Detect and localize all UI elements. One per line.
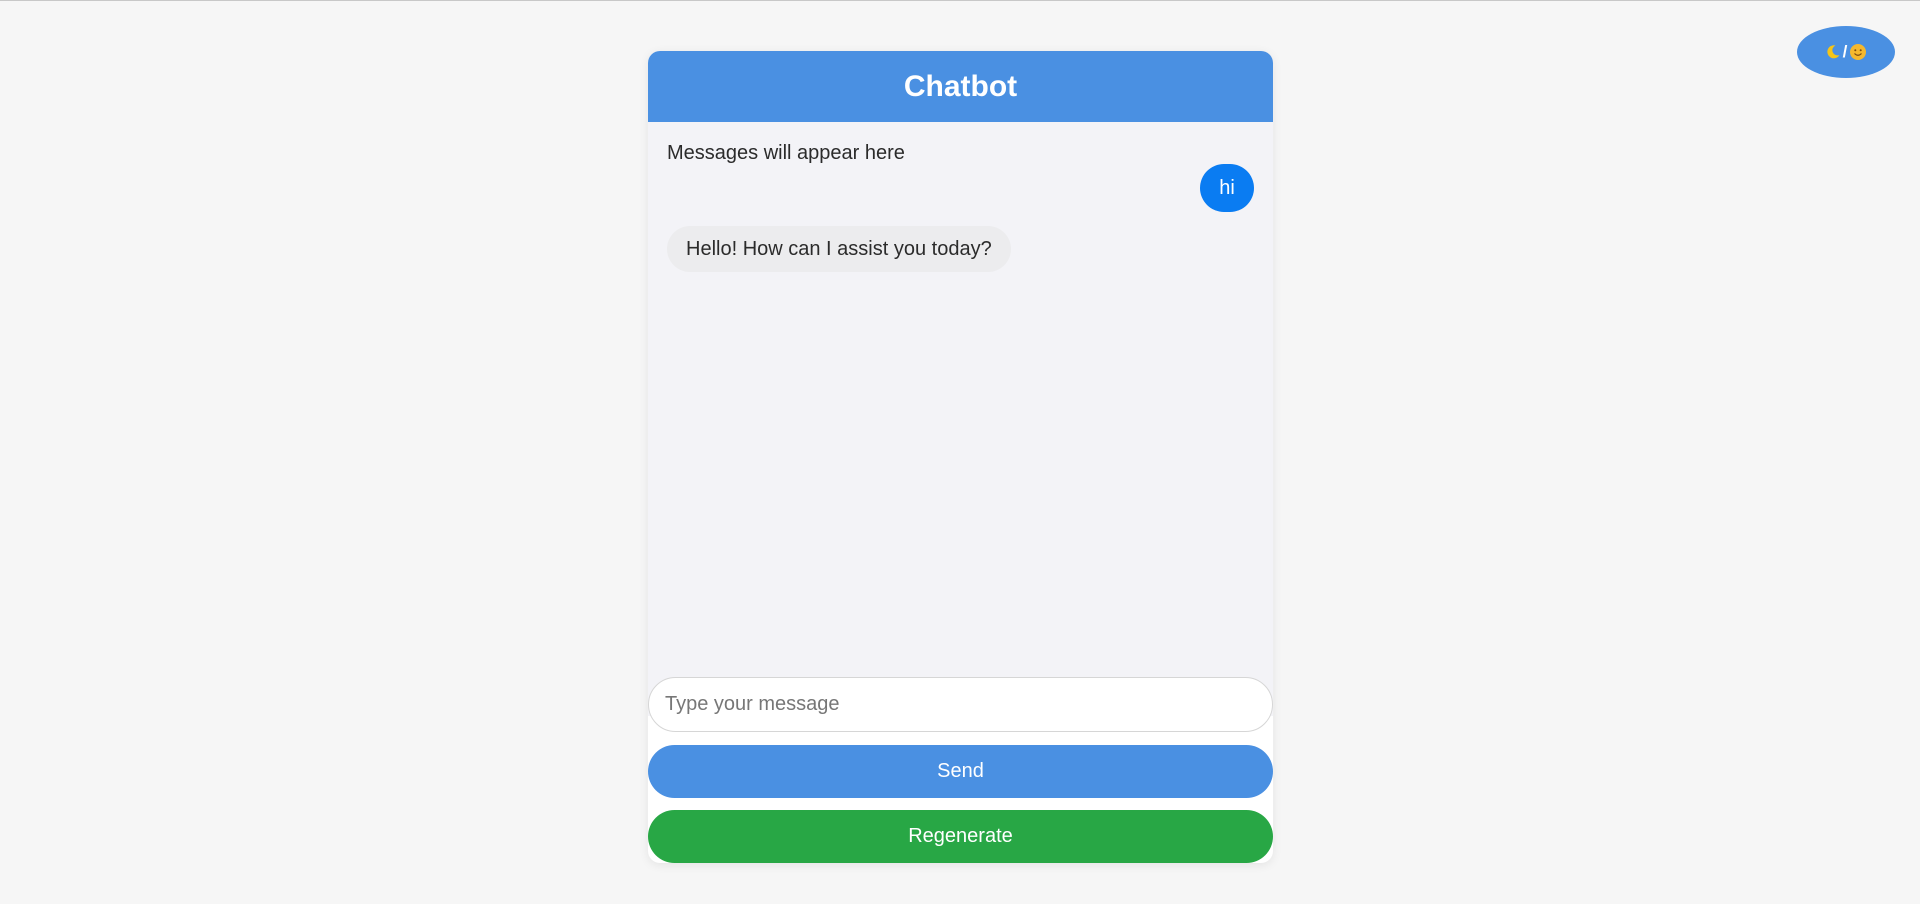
chat-title: Chatbot: [903, 69, 1018, 103]
messages-area[interactable]: Messages will appear here hi Hello! How …: [648, 122, 1273, 716]
message-input[interactable]: [648, 677, 1273, 732]
theme-toggle-button[interactable]: /: [1797, 26, 1895, 78]
messages-placeholder: Messages will appear here: [667, 142, 905, 164]
send-button[interactable]: Send: [648, 745, 1273, 798]
top-divider: [0, 0, 1920, 1]
moon-icon: [1825, 44, 1841, 60]
chat-header: Chatbot: [648, 51, 1273, 122]
theme-toggle-separator: /: [1842, 42, 1848, 61]
chat-container: Chatbot Messages will appear here hi Hel…: [648, 51, 1273, 863]
bot-message-bubble: Hello! How can I assist you today?: [667, 226, 1011, 272]
user-message-bubble: hi: [1200, 164, 1254, 212]
regenerate-button[interactable]: Regenerate: [648, 810, 1273, 863]
sun-icon: [1849, 43, 1867, 61]
